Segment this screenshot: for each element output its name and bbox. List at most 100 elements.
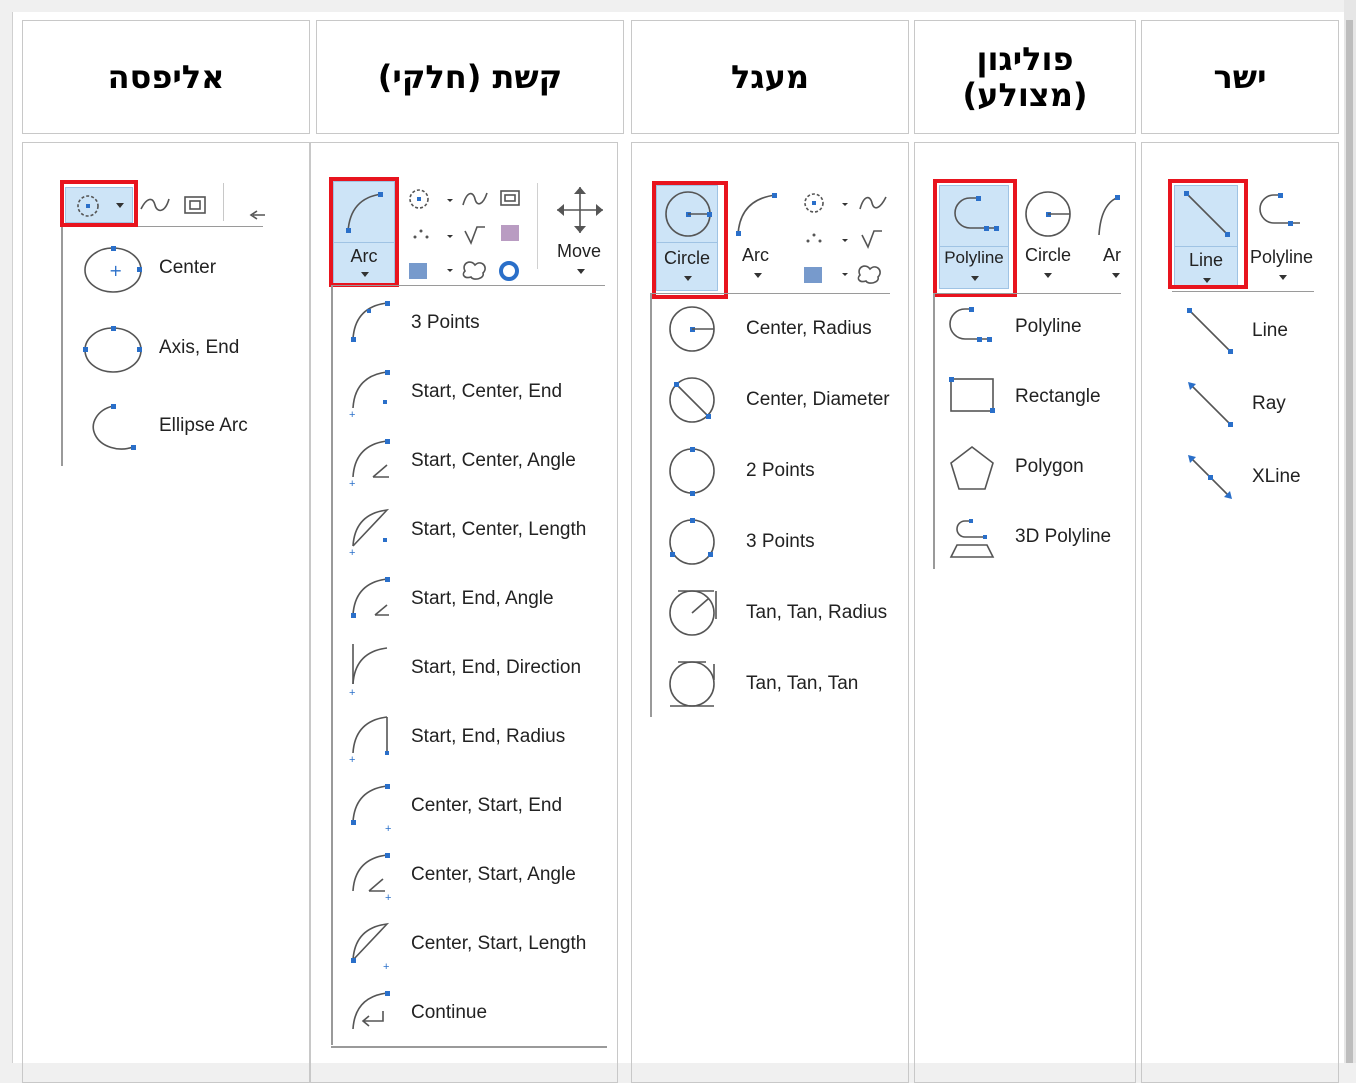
header-polygon: פוליגון (מצולע): [914, 20, 1136, 134]
menu-top-border: [935, 293, 1121, 294]
menu-item[interactable]: 3D Polyline: [947, 515, 1135, 561]
menu-item-label: Center, Radius: [746, 318, 872, 339]
circle-panel: Circle Arc Center, Radius Center, Diamete…: [631, 142, 909, 1083]
menu-left-border: [331, 285, 333, 1045]
header-arc: קשת (חלקי): [316, 20, 624, 134]
menu-item[interactable]: + Start, Center, Angle: [349, 437, 609, 490]
ellipse-center-item[interactable]: + Center: [83, 245, 283, 295]
menu-top-border: [1172, 291, 1314, 292]
menu-item-label: Start, Center, End: [411, 381, 563, 402]
arc-button-label-partial[interactable]: Ar: [1103, 245, 1121, 266]
circle-icon[interactable]: [1023, 189, 1073, 239]
line-variant-icon: [1188, 455, 1232, 499]
arc-icon[interactable]: [1095, 193, 1121, 237]
menu-item[interactable]: 2 Points: [668, 447, 908, 497]
menu-item-label: Start, End, Angle: [411, 588, 554, 609]
arc-variant-icon: +: [349, 716, 389, 766]
column-arc: קשת (חלקי) Arc Move 3 Points + Start, Ce…: [310, 20, 624, 1083]
chevron-down-icon[interactable]: [754, 273, 762, 278]
circle-variant-icon: [669, 377, 715, 423]
scrollbar[interactable]: [1344, 0, 1356, 1063]
menu-item[interactable]: Tan, Tan, Radius: [668, 589, 908, 639]
menu-item[interactable]: 3 Points: [349, 299, 609, 349]
menu-item[interactable]: Rectangle: [947, 375, 1135, 421]
menu-item-label: Center, Start, End: [411, 795, 563, 816]
svg-text:+: +: [349, 754, 355, 766]
header-line: ישר: [1141, 20, 1339, 134]
polygon-panel: Polyline Circle Ar Polyline Rectangle Poly…: [914, 142, 1136, 1083]
svg-text:+: +: [383, 961, 389, 973]
svg-text:+: +: [385, 892, 391, 904]
arc-button-label[interactable]: Arc: [742, 245, 769, 266]
menu-item[interactable]: XLine: [1186, 453, 1338, 503]
polyline-button-label-partial[interactable]: Polyline: [1250, 247, 1313, 268]
chevron-down-icon[interactable]: [1279, 275, 1287, 280]
svg-text:+: +: [349, 547, 355, 559]
polyline-icon[interactable]: [1256, 191, 1302, 231]
ellipse-center-icon: +: [84, 246, 142, 293]
region-icon[interactable]: [183, 195, 207, 215]
arc-variant-icon: [351, 577, 390, 618]
svg-text:+: +: [349, 478, 355, 490]
column-polygon: פוליגון (מצולע) Polyline Circle Ar Polyl…: [914, 20, 1136, 1083]
menu-item-label: Center, Start, Length: [411, 933, 587, 954]
menu-item-label: Center: [159, 257, 217, 278]
menu-item[interactable]: Line: [1186, 307, 1338, 357]
menu-left-border: [61, 226, 63, 466]
menu-item-label: 2 Points: [746, 460, 815, 481]
chevron-down-icon[interactable]: [1112, 273, 1120, 278]
menu-item[interactable]: + Start, Center, End: [349, 368, 609, 421]
menu-item[interactable]: + Center, Start, Length: [349, 920, 609, 973]
menu-item-label: Tan, Tan, Radius: [746, 602, 888, 623]
menu-item[interactable]: Start, End, Angle: [349, 575, 609, 625]
chevron-down-icon[interactable]: [1044, 273, 1052, 278]
highlight-box: [329, 177, 399, 287]
menu-item[interactable]: Ray: [1186, 380, 1338, 430]
chevron-down-icon[interactable]: [577, 269, 585, 274]
circle-button-label[interactable]: Circle: [1025, 245, 1071, 266]
highlight-box: [933, 179, 1017, 297]
menu-item[interactable]: Polygon: [947, 445, 1135, 491]
ellipse-arc-item[interactable]: Ellipse Arc: [83, 403, 283, 453]
menu-item-label: Start, Center, Angle: [411, 450, 576, 471]
header-ellipse: אליפסה: [22, 20, 310, 134]
polygon-variant-icon: [950, 445, 994, 490]
menu-item-label: Start, End, Radius: [411, 726, 566, 747]
draw-tools-grid[interactable]: [802, 191, 892, 284]
menu-item[interactable]: Polyline: [947, 305, 1135, 351]
circle-variant-icon: [669, 447, 715, 496]
menu-item[interactable]: Center, Diameter: [668, 376, 908, 426]
menu-item[interactable]: + Start, End, Direction: [349, 644, 609, 699]
arrow-left-icon[interactable]: [249, 209, 267, 221]
menu-item[interactable]: Center, Radius: [668, 305, 908, 355]
move-icon[interactable]: [555, 185, 605, 235]
scrollbar-thumb[interactable]: [1346, 20, 1353, 1063]
ellipse-axis-end-item[interactable]: Axis, End: [83, 325, 283, 375]
spline-icon[interactable]: [139, 195, 171, 215]
toolbar-divider: [223, 183, 224, 221]
arc-variant-icon: +: [349, 644, 388, 699]
menu-item[interactable]: 3 Points: [668, 518, 908, 568]
line-panel: Line Polyline Line Ray XLine: [1141, 142, 1339, 1083]
menu-item[interactable]: + Center, Start, End: [349, 782, 609, 835]
menu-item-label: Polyline: [1015, 316, 1082, 337]
menu-left-border: [933, 293, 935, 569]
menu-item[interactable]: + Start, End, Radius: [349, 713, 609, 766]
highlight-box: [60, 180, 138, 227]
menu-item[interactable]: Tan, Tan, Tan: [668, 660, 908, 710]
ellipse-panel: + Center Axis, End Ellipse Arc: [22, 142, 310, 1083]
menu-item-label: XLine: [1252, 466, 1301, 487]
menu-item-label: Tan, Tan, Tan: [746, 673, 859, 694]
menu-item-label: Polygon: [1015, 456, 1084, 477]
arc-variant-icon: [351, 301, 390, 342]
menu-item[interactable]: Continue: [349, 989, 609, 1039]
draw-tools-grid[interactable]: [409, 187, 529, 281]
move-button-label[interactable]: Move: [557, 241, 601, 262]
header-circle: מעגל: [631, 20, 909, 134]
menu-item[interactable]: + Center, Start, Angle: [349, 851, 609, 904]
menu-left-border: [650, 293, 652, 717]
menu-item-label: Rectangle: [1015, 386, 1101, 407]
circle-variant-icon: [669, 306, 715, 352]
arc-icon[interactable]: [734, 191, 780, 237]
menu-item[interactable]: + Start, Center, Length: [349, 506, 609, 559]
